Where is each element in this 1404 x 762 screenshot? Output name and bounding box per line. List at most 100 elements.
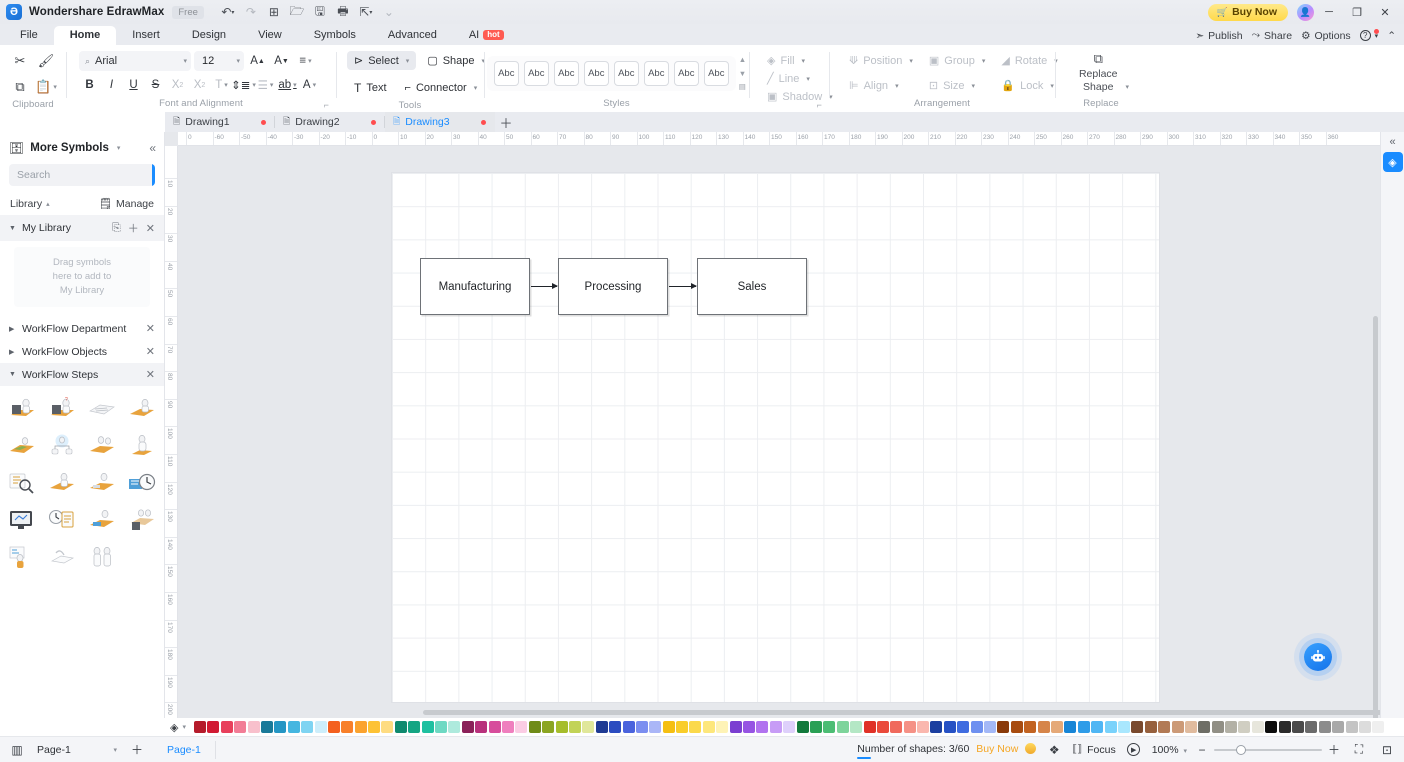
help-button[interactable]: ? ▾ (1359, 29, 1380, 41)
color-swatch[interactable] (1131, 721, 1144, 733)
color-swatch[interactable] (555, 721, 568, 733)
publish-button[interactable]: ➣ Publish (1195, 30, 1242, 42)
page-tab-page-1[interactable]: Page-1 (153, 740, 216, 759)
style-swatch[interactable]: Abc (613, 60, 639, 86)
color-swatch[interactable] (850, 721, 863, 733)
doc-tab-drawing1[interactable]: 🗎 Drawing1 (165, 112, 275, 132)
menu-item-view[interactable]: View (242, 26, 298, 45)
category-workflow-objects[interactable]: ▶ WorkFlow Objects ✕ (0, 340, 164, 363)
menu-item-symbols[interactable]: Symbols (298, 26, 372, 45)
color-swatch[interactable] (783, 721, 796, 733)
color-swatch[interactable] (234, 721, 247, 733)
status-buy-now-link[interactable]: Buy Now (976, 743, 1018, 755)
color-swatch[interactable] (1184, 721, 1197, 733)
color-swatch[interactable] (461, 721, 474, 733)
import-library-icon[interactable]: ⎘ (112, 222, 121, 235)
symbol-item[interactable] (122, 503, 162, 536)
color-swatch[interactable] (836, 721, 849, 733)
color-swatch[interactable] (568, 721, 581, 733)
symbol-item[interactable] (2, 429, 42, 462)
text-align-icon[interactable]: ≡ ▾ (295, 51, 316, 72)
color-swatch[interactable] (542, 721, 555, 733)
color-swatch[interactable] (635, 721, 648, 733)
color-swatch[interactable] (327, 721, 340, 733)
buy-now-button[interactable]: 🛒 Buy Now (1207, 3, 1288, 21)
symbol-item[interactable] (122, 392, 162, 425)
symbol-item[interactable] (122, 429, 162, 462)
color-picker-button[interactable]: ◈ ▾ (170, 721, 186, 734)
color-swatch[interactable] (1158, 721, 1171, 733)
fill-bucket-icon[interactable]: ◈ (1382, 152, 1403, 172)
vertical-scrollbar[interactable] (1373, 316, 1378, 718)
decrease-font-size-icon[interactable]: A ▼ (271, 51, 292, 72)
bold-icon[interactable]: B (79, 75, 100, 96)
color-swatch[interactable] (796, 721, 809, 733)
new-file-icon[interactable]: ⊞ (264, 3, 284, 21)
close-icon[interactable]: ✕ (146, 222, 155, 235)
symbol-item[interactable] (2, 540, 42, 573)
zoom-slider[interactable]: − ＋ (1195, 741, 1341, 758)
color-swatch[interactable] (1385, 721, 1398, 733)
color-swatch[interactable] (301, 721, 314, 733)
close-icon[interactable]: ✕ (146, 368, 155, 381)
color-swatch[interactable] (1305, 721, 1318, 733)
styles-more-icon[interactable]: ▤ (739, 82, 746, 91)
replace-chevron-down-icon[interactable]: ▾ (1126, 83, 1130, 91)
color-swatch[interactable] (769, 721, 782, 733)
color-swatch[interactable] (1345, 721, 1358, 733)
color-swatch[interactable] (1037, 721, 1050, 733)
connector-processing-sales[interactable] (669, 283, 697, 289)
menu-item-insert[interactable]: Insert (116, 26, 176, 45)
my-library-drop-zone[interactable]: Drag symbols here to add to My Library (14, 247, 150, 307)
zoom-in-button[interactable]: ＋ (1327, 741, 1341, 758)
zoom-knob[interactable] (1236, 744, 1246, 755)
paste-icon[interactable]: 📋 ▾ (34, 74, 59, 99)
color-swatch[interactable] (1278, 721, 1291, 733)
color-swatch[interactable] (743, 721, 756, 733)
close-button[interactable]: ✕ (1372, 1, 1398, 23)
style-swatch[interactable]: Abc (703, 60, 729, 86)
color-swatch[interactable] (515, 721, 528, 733)
symbol-item[interactable] (42, 429, 82, 462)
color-swatch[interactable] (1144, 721, 1157, 733)
horizontal-scrollbar[interactable] (423, 710, 1380, 715)
color-swatch[interactable] (287, 721, 300, 733)
format-painter-icon[interactable]: 🖌 (34, 48, 59, 73)
cut-icon[interactable]: ✂ (8, 48, 33, 73)
color-swatch[interactable] (809, 721, 822, 733)
style-swatch[interactable]: Abc (673, 60, 699, 86)
color-swatch[interactable] (823, 721, 836, 733)
color-swatch[interactable] (676, 721, 689, 733)
symbol-item[interactable] (82, 429, 122, 462)
color-swatch[interactable] (917, 721, 930, 733)
open-folder-icon[interactable]: 🗁 (287, 3, 307, 21)
color-swatch[interactable] (984, 721, 997, 733)
style-swatch[interactable]: Abc (583, 60, 609, 86)
color-swatch[interactable] (274, 721, 287, 733)
color-swatch[interactable] (381, 721, 394, 733)
color-swatch[interactable] (662, 721, 675, 733)
customize-toolbar-icon[interactable]: ⌄ (379, 3, 399, 21)
collapse-right-panel-icon[interactable]: « (1389, 136, 1395, 148)
menu-item-ai[interactable]: AI hot (453, 26, 520, 45)
color-swatch[interactable] (314, 721, 327, 733)
color-swatch[interactable] (247, 721, 260, 733)
color-swatch[interactable] (1051, 721, 1063, 733)
shape-sales[interactable]: Sales (697, 258, 807, 315)
library-chevron-up-icon[interactable]: ▴ (46, 200, 50, 208)
effects-dialog-launcher-icon[interactable]: ⌐ (817, 100, 822, 110)
vertical-ruler[interactable]: 10 20 30 40 50 60 70 80 90 100 110 120 130 140 150 160 1… (165, 146, 178, 718)
color-swatch[interactable] (582, 721, 595, 733)
menu-item-design[interactable]: Design (176, 26, 242, 45)
symbol-item[interactable] (82, 466, 122, 499)
share-button[interactable]: ⤳ Share (1252, 29, 1292, 42)
color-swatch[interactable] (488, 721, 501, 733)
avatar[interactable]: 👤 (1297, 3, 1314, 21)
category-workflow-department[interactable]: ▶ WorkFlow Department ✕ (0, 317, 164, 340)
zoom-out-button[interactable]: − (1195, 743, 1209, 757)
color-swatch[interactable] (207, 721, 220, 733)
color-swatch[interactable] (220, 721, 233, 733)
color-swatch[interactable] (1117, 721, 1130, 733)
color-swatch[interactable] (1372, 721, 1385, 733)
color-swatch[interactable] (435, 721, 448, 733)
